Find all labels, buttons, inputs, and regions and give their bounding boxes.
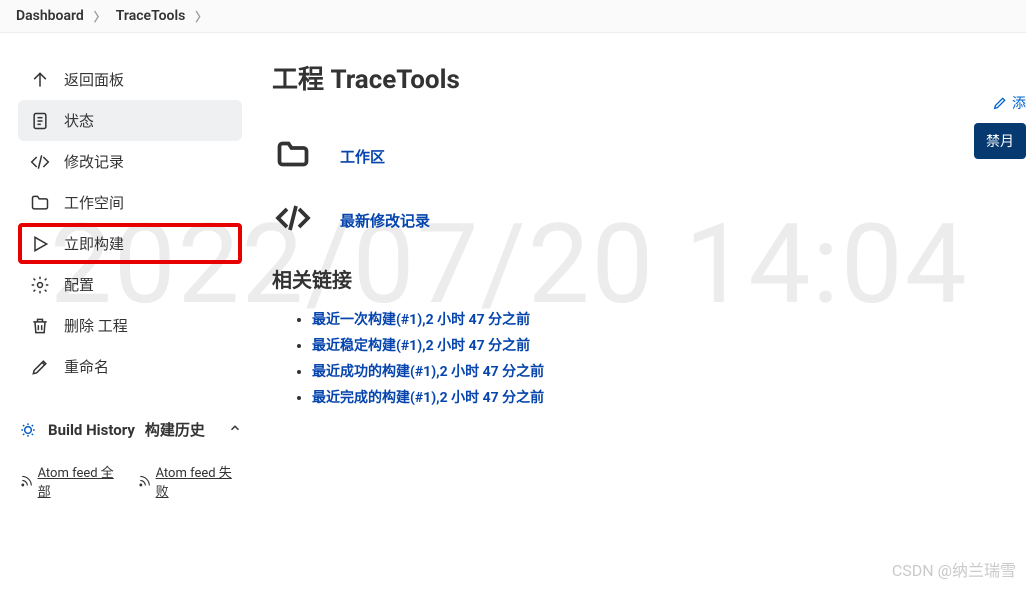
sidebar-item-rename[interactable]: 重命名 bbox=[18, 346, 242, 387]
related-link[interactable]: 最近完成的构建(#1),2 小时 47 分之前 bbox=[312, 390, 544, 406]
breadcrumb: Dashboard 〉 TraceTools 〉 bbox=[0, 0, 1026, 33]
sidebar-item-changes[interactable]: 修改记录 bbox=[18, 141, 242, 182]
sidebar-item-configure[interactable]: 配置 bbox=[18, 264, 242, 305]
list-item: 最近完成的构建(#1),2 小时 47 分之前 bbox=[312, 387, 1016, 407]
atom-feed-failed[interactable]: Atom feed 失败 bbox=[138, 462, 242, 500]
pencil-icon bbox=[992, 95, 1008, 111]
list-item: 最近一次构建(#1),2 小时 47 分之前 bbox=[312, 309, 1016, 329]
workspace-row: 工作区 bbox=[272, 136, 1016, 176]
chevron-up-icon bbox=[228, 421, 242, 439]
disable-button[interactable]: 禁月 bbox=[974, 123, 1026, 159]
breadcrumb-item[interactable]: Dashboard bbox=[10, 6, 90, 26]
sidebar-item-label: 重命名 bbox=[64, 356, 109, 377]
related-link[interactable]: 最近成功的构建(#1),2 小时 47 分之前 bbox=[312, 364, 544, 380]
related-links-list: 最近一次构建(#1),2 小时 47 分之前 最近稳定构建(#1),2 小时 4… bbox=[272, 309, 1016, 407]
sidebar-item-label: 修改记录 bbox=[64, 151, 124, 172]
document-icon bbox=[30, 111, 50, 131]
atom-feed-label: Atom feed 全部 bbox=[38, 462, 124, 500]
changes-row: 最新修改记录 bbox=[272, 200, 1016, 240]
related-link[interactable]: 最近稳定构建(#1),2 小时 47 分之前 bbox=[312, 338, 530, 354]
breadcrumb-item[interactable]: TraceTools bbox=[110, 6, 192, 26]
play-icon bbox=[30, 234, 50, 254]
changes-link[interactable]: 最新修改记录 bbox=[340, 210, 430, 231]
page-title: 工程 TraceTools bbox=[272, 59, 1016, 96]
sidebar-item-delete[interactable]: 删除 工程 bbox=[18, 305, 242, 346]
rss-icon bbox=[20, 474, 34, 488]
code-icon bbox=[30, 152, 50, 172]
atom-feeds: Atom feed 全部 Atom feed 失败 bbox=[18, 462, 242, 500]
pencil-icon bbox=[30, 357, 50, 377]
build-history-icon bbox=[18, 420, 38, 440]
rss-icon bbox=[138, 474, 152, 488]
workspace-link[interactable]: 工作区 bbox=[340, 146, 385, 167]
sidebar-item-label: 工作空间 bbox=[64, 192, 124, 213]
trash-icon bbox=[30, 316, 50, 336]
chevron-right-icon: 〉 bbox=[94, 8, 106, 25]
related-links-title: 相关链接 bbox=[272, 264, 1016, 293]
csdn-watermark: CSDN @纳兰瑞雪 bbox=[892, 557, 1016, 581]
build-history-title: Build History bbox=[48, 421, 135, 439]
code-icon bbox=[272, 200, 314, 240]
sidebar-item-label: 返回面板 bbox=[64, 69, 124, 90]
list-item: 最近稳定构建(#1),2 小时 47 分之前 bbox=[312, 335, 1016, 355]
sidebar-item-label: 状态 bbox=[64, 110, 94, 131]
sidebar-item-status[interactable]: 状态 bbox=[18, 100, 242, 141]
sidebar-item-workspace[interactable]: 工作空间 bbox=[18, 182, 242, 223]
sidebar-item-label: 配置 bbox=[64, 274, 94, 295]
sidebar-item-back[interactable]: 返回面板 bbox=[18, 59, 242, 100]
build-history-subtitle: 构建历史 bbox=[145, 419, 205, 440]
atom-feed-label: Atom feed 失败 bbox=[156, 462, 242, 500]
folder-icon bbox=[272, 136, 314, 176]
arrow-up-icon bbox=[30, 70, 50, 90]
sidebar-item-build-now[interactable]: 立即构建 bbox=[18, 223, 242, 264]
build-history-header[interactable]: Build History 构建历史 bbox=[18, 415, 242, 444]
list-item: 最近成功的构建(#1),2 小时 47 分之前 bbox=[312, 361, 1016, 381]
sidebar: 返回面板 状态 修改记录 工作空间 立即构建 配置 删除 工程 重命名 bbox=[0, 33, 252, 510]
edit-action-label: 添 bbox=[1012, 93, 1026, 113]
related-link[interactable]: 最近一次构建(#1),2 小时 47 分之前 bbox=[312, 312, 530, 328]
edit-description-link[interactable]: 添 bbox=[992, 93, 1026, 113]
atom-feed-all[interactable]: Atom feed 全部 bbox=[20, 462, 124, 500]
sidebar-item-label: 删除 工程 bbox=[64, 315, 128, 336]
main-content: 工程 TraceTools 添 禁月 工作区 最新修改记录 相关链接 最近一次构… bbox=[252, 33, 1026, 510]
chevron-right-icon: 〉 bbox=[195, 8, 207, 25]
gear-icon bbox=[30, 275, 50, 295]
folder-icon bbox=[30, 193, 50, 213]
sidebar-item-label: 立即构建 bbox=[64, 233, 124, 254]
